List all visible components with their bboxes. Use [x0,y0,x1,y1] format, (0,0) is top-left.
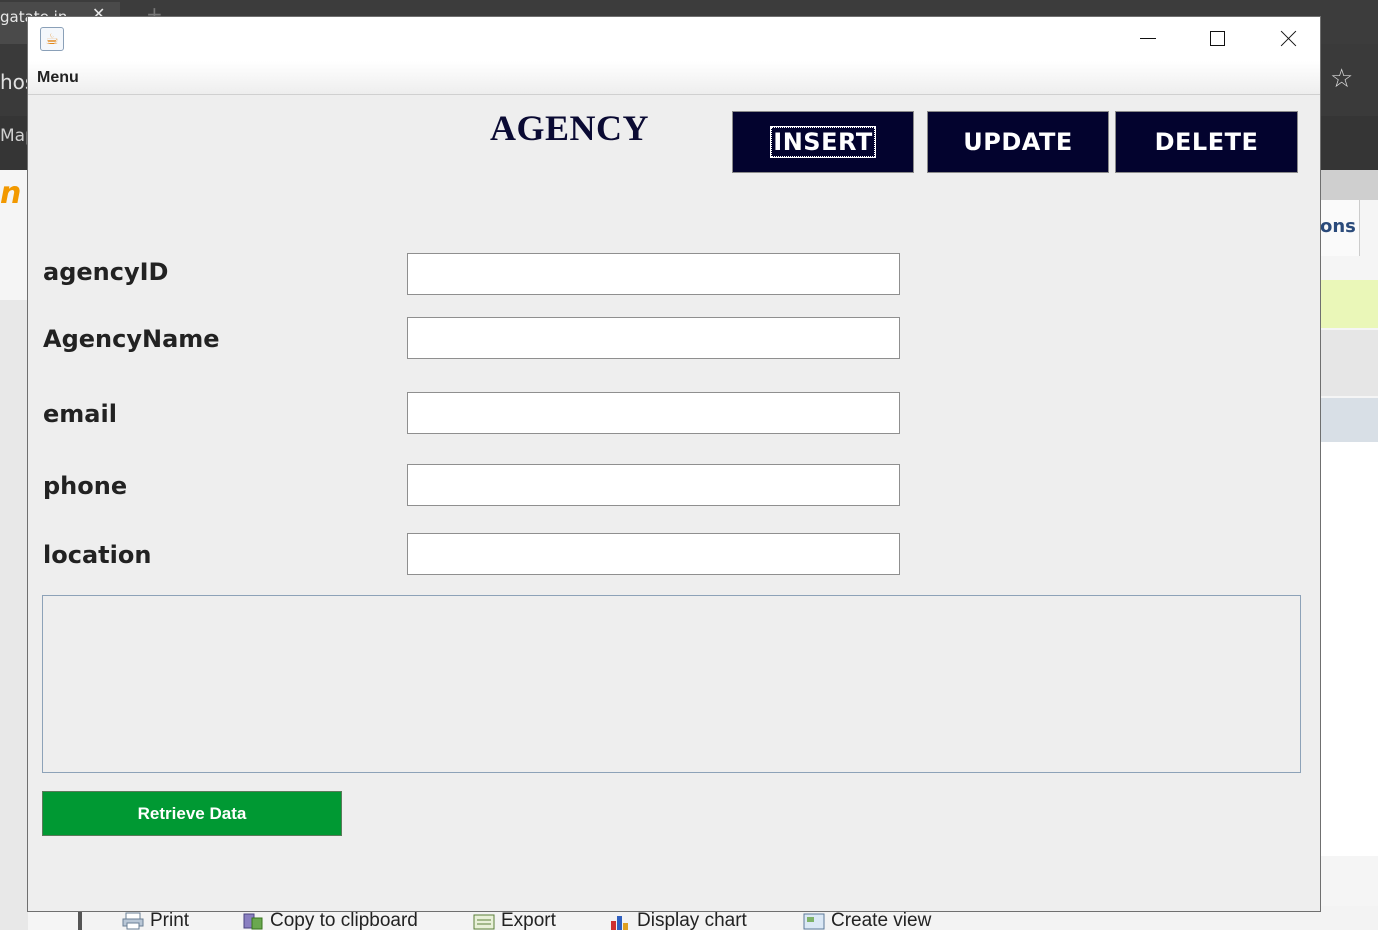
copy-label: Copy to clipboard [270,910,418,930]
page-title: AGENCY [490,108,650,148]
location-label: location [43,541,152,569]
clipboard-icon [243,913,263,930]
minimize-button[interactable] [1112,17,1182,61]
phone-label: phone [43,472,128,500]
page-row [1320,330,1378,396]
display-chart-button[interactable]: Display chart [609,910,747,930]
export-button[interactable]: Export [473,910,556,930]
create-view-button[interactable]: Create view [803,910,931,930]
insert-button-label: INSERT [770,126,876,158]
update-button[interactable]: UPDATE [927,111,1109,173]
page-sidebar [0,300,28,930]
page-highlight-row [1320,280,1378,328]
insert-button[interactable]: INSERT [732,111,914,173]
close-button[interactable] [1252,17,1322,61]
maximize-icon [1210,31,1225,46]
page-row-selected [1320,398,1378,442]
agency-name-label: AgencyName [43,325,220,353]
page-tab-fragment[interactable]: ons [1320,200,1360,256]
agency-window: ☕ Menu AGENCY INSERT UPDATE DELETE agenc… [27,16,1321,912]
agency-id-field[interactable] [407,253,900,295]
print-button[interactable]: Print [122,910,189,930]
delete-button[interactable]: DELETE [1115,111,1298,173]
java-icon[interactable]: ☕ [40,27,64,51]
agency-name-field[interactable] [407,317,900,359]
copy-to-clipboard-button[interactable]: Copy to clipboard [242,910,418,930]
page-content-area [1320,442,1378,856]
view-icon [803,913,825,930]
email-label: email [43,400,117,428]
agency-id-label: agencyID [43,258,169,286]
display-chart-label: Display chart [637,910,747,930]
export-label: Export [501,910,556,930]
menu-bar: Menu [28,61,1320,95]
minimize-icon [1140,38,1156,39]
site-logo-fragment: n [0,176,22,211]
export-icon [473,914,495,930]
chart-icon [611,916,628,930]
location-field[interactable] [407,533,900,575]
output-text-area[interactable] [42,595,1301,773]
phone-field[interactable] [407,464,900,506]
print-label: Print [150,910,190,930]
page-tab-label: ons [1320,216,1356,237]
printer-icon [122,912,144,930]
window-titlebar[interactable]: ☕ [28,17,1320,61]
page-header-strip [1320,170,1378,200]
menu-item-menu[interactable]: Menu [37,69,79,87]
star-icon[interactable]: ☆ [1330,64,1353,94]
maximize-button[interactable] [1182,17,1252,61]
retrieve-data-button[interactable]: Retrieve Data [42,791,342,836]
email-field[interactable] [407,392,900,434]
create-view-label: Create view [831,910,932,930]
